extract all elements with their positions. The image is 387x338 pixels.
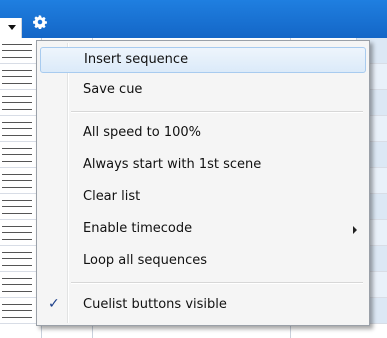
drag-handle-icon[interactable] [2,70,32,84]
menu-item-save-cue[interactable]: Save cue [40,78,366,104]
menu-item-insert-sequence[interactable]: Insert sequence [40,47,366,73]
drag-handle-icon[interactable] [2,174,32,188]
context-menu: Insert sequence Save cue All speed to 10… [36,40,370,326]
drag-handle-icon[interactable] [2,252,32,266]
menu-item-all-speed[interactable]: All speed to 100% [40,121,366,147]
dropdown-button[interactable] [0,18,22,38]
menu-separator [71,282,363,284]
menu-item-loop-all[interactable]: Loop all sequences [40,249,366,275]
menu-item-label: Loop all sequences [83,253,208,268]
menu-item-label: All speed to 100% [83,125,202,140]
drag-handle-icon[interactable] [2,226,32,240]
menu-item-always-start[interactable]: Always start with 1st scene [40,153,366,179]
drag-handle-icon[interactable] [2,148,32,162]
menu-separator [71,111,363,113]
menu-item-label: Insert sequence [84,52,189,67]
menu-item-label: Save cue [83,82,143,97]
menu-item-label: Always start with 1st scene [83,157,262,172]
drag-handle-icon[interactable] [2,96,32,110]
drag-handle-icon[interactable] [2,200,32,214]
gear-icon[interactable] [33,15,47,29]
menu-item-enable-timecode[interactable]: Enable timecode [40,217,366,243]
check-icon: ✓ [48,296,60,312]
menu-item-clear-list[interactable]: Clear list [40,185,366,211]
menu-item-cuelist-buttons-visible[interactable]: ✓ Cuelist buttons visible [40,293,366,319]
drag-handle-icon[interactable] [2,44,32,58]
menu-item-label: Cuelist buttons visible [83,297,227,312]
drag-handle-icon[interactable] [2,304,32,318]
menu-item-label: Clear list [83,189,141,204]
menu-item-label: Enable timecode [83,221,193,236]
cuelist-toolbar [0,0,387,38]
drag-handle-icon[interactable] [2,122,32,136]
chevron-down-icon [8,25,16,30]
drag-handle-icon[interactable] [2,278,32,292]
chevron-right-icon [353,226,357,234]
